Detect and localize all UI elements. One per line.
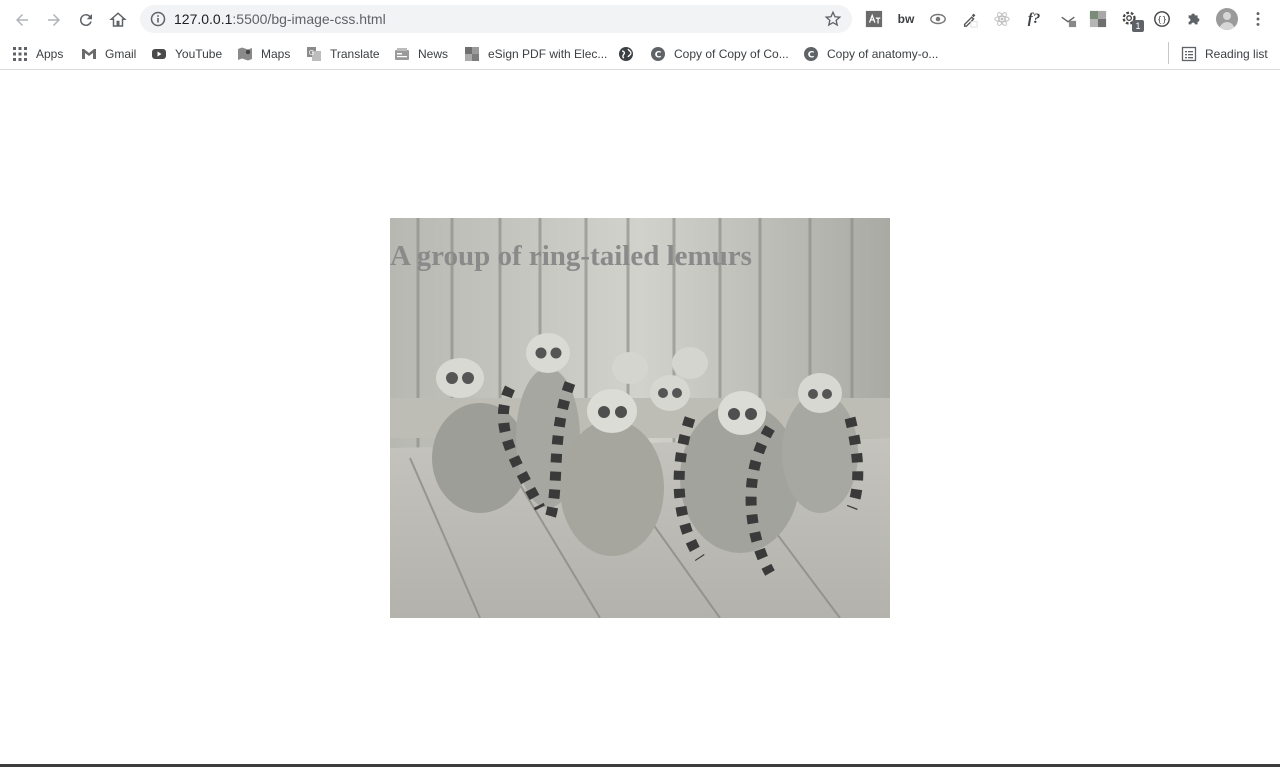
bookmark-globe[interactable] xyxy=(618,43,642,65)
maps-icon xyxy=(237,46,253,62)
news-icon xyxy=(394,46,410,62)
braces-extension-icon[interactable]: {} xyxy=(1152,9,1172,29)
canva-icon: C xyxy=(803,46,819,62)
back-arrow-icon[interactable] xyxy=(10,8,34,32)
page-heading: A group of ring-tailed lemurs xyxy=(390,240,752,272)
download-extension-icon[interactable] xyxy=(1058,9,1078,29)
eye-extension-icon[interactable] xyxy=(928,9,948,29)
bookmark-esign[interactable]: eSign PDF with Elec... xyxy=(464,43,607,65)
avatar[interactable] xyxy=(1216,8,1238,30)
bookmark-translate[interactable]: G Translate xyxy=(306,43,380,65)
bookmark-label: Maps xyxy=(261,47,291,61)
puzzle-icon[interactable] xyxy=(1184,9,1204,29)
extension-badge: 1 xyxy=(1132,20,1144,32)
apps-grid-icon xyxy=(12,46,28,62)
lemur-photo xyxy=(390,218,890,618)
bookmark-label: eSign PDF with Elec... xyxy=(488,47,608,61)
bookmarks-divider xyxy=(1168,42,1169,64)
youtube-icon xyxy=(151,46,167,62)
bookmark-gmail[interactable]: Gmail xyxy=(81,43,136,65)
svg-text:C: C xyxy=(808,51,815,61)
font-ext-label: f? xyxy=(1027,10,1041,27)
svg-text:C: C xyxy=(655,51,662,61)
pattern-extension-icon[interactable] xyxy=(1088,9,1108,29)
canva-icon: C xyxy=(650,46,666,62)
react-extension-icon[interactable] xyxy=(992,9,1012,29)
reading-list-label: Reading list xyxy=(1205,47,1268,61)
info-icon[interactable] xyxy=(150,11,166,27)
bookmark-maps[interactable]: Maps xyxy=(237,43,290,65)
home-icon[interactable] xyxy=(106,8,130,32)
reload-icon[interactable] xyxy=(74,8,98,32)
star-icon[interactable] xyxy=(824,10,842,28)
gear-badge-extension-icon[interactable]: 1 xyxy=(1120,9,1144,32)
bookmark-label: YouTube xyxy=(175,47,223,61)
translate-extension-icon[interactable] xyxy=(864,9,884,29)
bookmark-label: Copy of Copy of Co... xyxy=(674,47,789,61)
browser-toolbar: 127.0.0.1:5500/bg-image-css.html bw f? 1… xyxy=(0,0,1280,38)
kebab-menu-icon[interactable] xyxy=(1248,9,1268,29)
address-bar[interactable]: 127.0.0.1:5500/bg-image-css.html xyxy=(140,5,852,33)
bw-label: bw xyxy=(897,12,915,26)
bookmark-apps[interactable]: Apps xyxy=(12,43,63,65)
bookmark-copy-2[interactable]: C Copy of anatomy-o... xyxy=(803,43,938,65)
bookmark-copy-1[interactable]: C Copy of Copy of Co... xyxy=(650,43,789,65)
bookmark-label: Apps xyxy=(36,47,64,61)
esign-icon xyxy=(464,46,480,62)
gmail-icon xyxy=(81,46,97,62)
bookmark-label: Gmail xyxy=(105,47,137,61)
bookmark-label: News xyxy=(418,47,449,61)
url-path: :5500/bg-image-css.html xyxy=(232,11,386,27)
bookmark-news[interactable]: News xyxy=(394,43,448,65)
forward-arrow-icon[interactable] xyxy=(42,8,66,32)
bookmarks-bar: Apps Gmail YouTube Maps G Translate News… xyxy=(0,38,1280,70)
browser-chrome: 127.0.0.1:5500/bg-image-css.html bw f? 1… xyxy=(0,0,1280,70)
font-extension-icon[interactable]: f? xyxy=(1024,9,1044,29)
eyedropper-extension-icon[interactable] xyxy=(960,9,980,29)
bookmark-label: Copy of anatomy-o... xyxy=(827,47,939,61)
reading-list-icon xyxy=(1181,46,1197,62)
svg-text:{}: {} xyxy=(1157,14,1167,24)
translate-icon: G xyxy=(306,46,322,62)
url-text[interactable]: 127.0.0.1:5500/bg-image-css.html xyxy=(174,11,386,27)
bookmark-label: Translate xyxy=(330,47,380,61)
svg-text:G: G xyxy=(309,49,314,57)
globe-icon xyxy=(618,46,634,62)
page-content: A group of ring-tailed lemurs xyxy=(0,71,1280,765)
bw-extension-icon[interactable]: bw xyxy=(896,9,916,29)
lemur-background-box: A group of ring-tailed lemurs xyxy=(390,218,890,618)
bookmark-youtube[interactable]: YouTube xyxy=(151,43,222,65)
url-host: 127.0.0.1 xyxy=(174,11,233,27)
reading-list-button[interactable]: Reading list xyxy=(1181,43,1268,65)
